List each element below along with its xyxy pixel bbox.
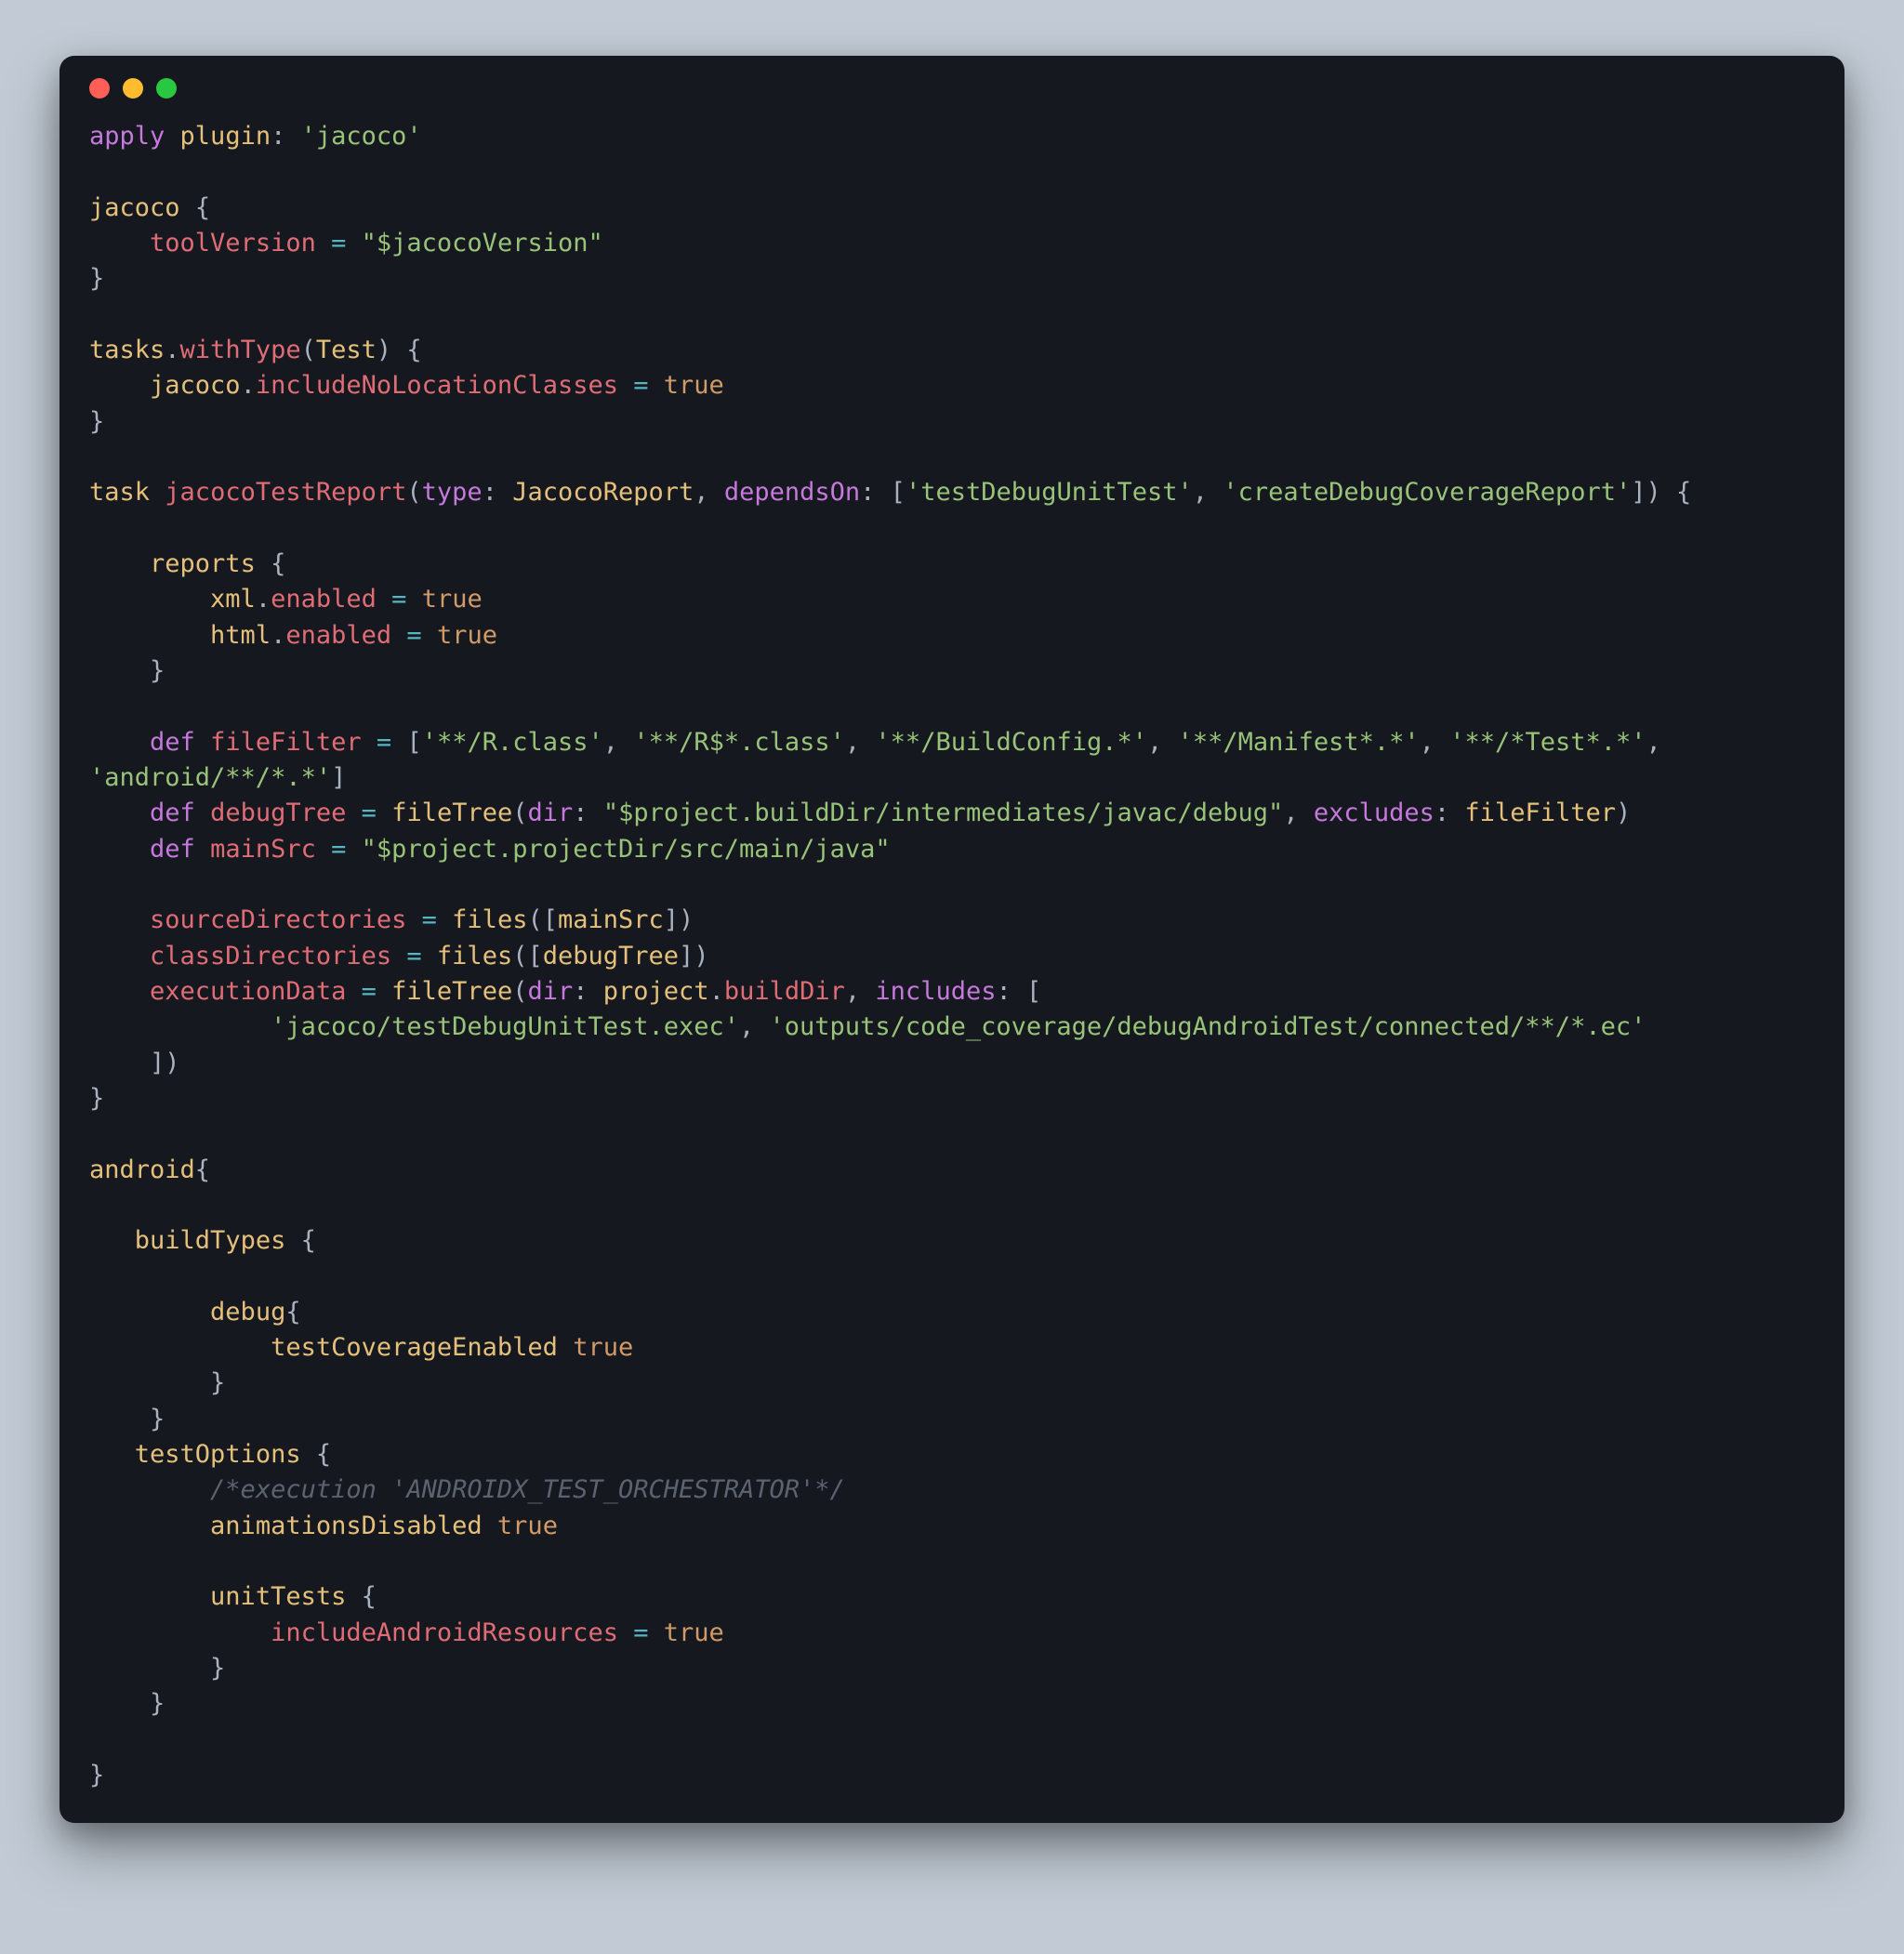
plugin-label: plugin (180, 122, 271, 151)
task-keyword: task (89, 478, 150, 507)
mainSrc-var: mainSrc (210, 835, 316, 864)
jacocoTestReport-name: jacocoTestReport (165, 478, 406, 507)
executionData-prop: executionData (150, 977, 346, 1006)
fileFilter-var: fileFilter (210, 728, 362, 757)
toolVersion-prop: toolVersion (150, 229, 316, 257)
debugTree-var: debugTree (210, 799, 346, 827)
code-window: apply plugin: 'jacoco' jacoco { toolVers… (60, 56, 1844, 1823)
unitTests-block: unitTests (210, 1582, 346, 1611)
includeAndroidResources-prop: includeAndroidResources (271, 1618, 618, 1647)
code-block: apply plugin: 'jacoco' jacoco { toolVers… (89, 119, 1815, 1793)
comment-orchestrator: /*execution 'ANDROIDX_TEST_ORCHESTRATOR'… (210, 1475, 845, 1504)
keyword-apply: apply (89, 122, 165, 151)
sourceDirectories-prop: sourceDirectories (150, 905, 406, 934)
buildTypes-block: buildTypes (135, 1226, 286, 1255)
macos-titlebar (89, 78, 1815, 99)
testCoverageEnabled-prop: testCoverageEnabled (271, 1333, 558, 1362)
testOptions-block: testOptions (135, 1440, 301, 1469)
withType-call: withType (180, 336, 301, 364)
classDirectories-prop: classDirectories (150, 942, 391, 970)
maximize-icon[interactable] (156, 78, 177, 99)
android-block: android (89, 1155, 195, 1184)
close-icon[interactable] (89, 78, 110, 99)
minimize-icon[interactable] (123, 78, 143, 99)
dependsOn-label: dependsOn (724, 478, 860, 507)
includeNoLocationClasses-prop: includeNoLocationClasses (256, 371, 618, 400)
Test-type: Test (316, 336, 377, 364)
debug-block: debug (210, 1298, 285, 1327)
animationsDisabled-prop: animationsDisabled (210, 1512, 483, 1540)
boolean-true: true (664, 371, 724, 400)
tasks-ident: tasks (89, 336, 165, 364)
type-label: type (422, 478, 483, 507)
string-jacoco-version: "$jacocoVersion" (362, 229, 603, 257)
string-jacoco: 'jacoco' (301, 122, 422, 151)
JacocoReport-type: JacocoReport (512, 478, 694, 507)
jacoco-block: jacoco (89, 193, 180, 222)
reports-block: reports (150, 549, 256, 578)
